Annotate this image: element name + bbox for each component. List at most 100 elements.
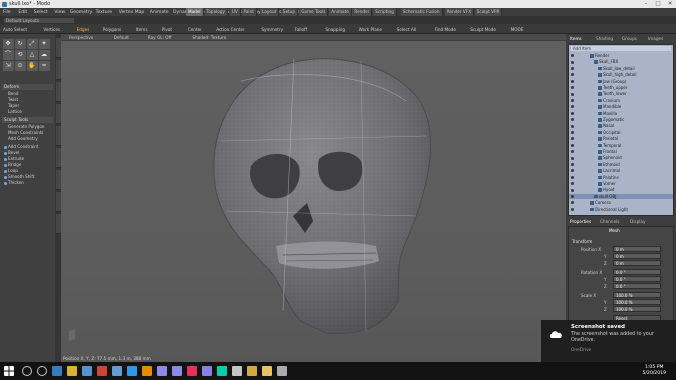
modo-icon[interactable] <box>232 366 242 376</box>
prop-value-field[interactable]: 0.0 ° <box>613 283 661 289</box>
toolbar-vertices-button[interactable]: Vertices <box>43 26 60 33</box>
right-tab-items[interactable]: Items <box>570 36 582 41</box>
close-button[interactable]: ✕ <box>664 0 676 8</box>
menu-edit[interactable]: Edit <box>18 10 27 15</box>
visibility-eye-icon[interactable] <box>571 207 574 211</box>
right-tab-groups[interactable]: Groups <box>622 36 637 41</box>
outliner-row[interactable]: Occipital <box>569 130 673 135</box>
layout-tab-scripting[interactable]: Scripting <box>373 8 397 16</box>
outliner-row[interactable]: Zygomatic <box>569 117 673 122</box>
vertical-tab-uv[interactable] <box>55 214 61 234</box>
vertical-tab-sculpt[interactable] <box>55 60 61 80</box>
outliner-row[interactable]: Nasal <box>569 123 673 128</box>
layout-tab-render[interactable]: Render <box>352 8 373 16</box>
visibility-eye-icon[interactable] <box>571 156 574 160</box>
outliner-row[interactable]: Frontal <box>569 149 673 154</box>
visibility-eye-icon[interactable] <box>571 188 574 192</box>
start-windows-icon[interactable] <box>4 366 14 376</box>
visibility-eye-icon[interactable] <box>571 66 574 70</box>
viewport-header-item[interactable]: Default <box>114 35 129 40</box>
visibility-eye-icon[interactable] <box>571 182 574 186</box>
vertical-tab-polygon[interactable] <box>55 192 61 212</box>
visibility-eye-icon[interactable] <box>571 175 574 179</box>
toolbar-edges-button[interactable]: Edges <box>77 26 90 33</box>
move-icon[interactable]: ✥ <box>2 38 14 49</box>
layout-tab-uv[interactable]: UV <box>229 8 241 16</box>
premiere-icon[interactable] <box>157 366 167 376</box>
layout-tab-game-tools[interactable]: Game Tools <box>299 8 329 16</box>
notification-toast[interactable]: Screenshot saved The screenshot was adde… <box>541 320 676 362</box>
outliner-row[interactable]: Directional Light <box>569 207 673 212</box>
visibility-eye-icon[interactable] <box>571 73 574 77</box>
jitter-icon[interactable]: ≈ <box>38 60 50 71</box>
layout-tab-paint[interactable]: Paint <box>241 8 257 16</box>
prop-value-field[interactable]: 100.0 % <box>613 299 661 305</box>
visibility-eye-icon[interactable] <box>571 143 574 147</box>
toolbar-find-mode-button[interactable]: Find Mode <box>435 26 456 33</box>
right-tab-shading[interactable]: Shading <box>596 36 613 41</box>
scale-icon[interactable]: ⤢ <box>26 38 38 49</box>
layout-tab-setup[interactable]: Setup <box>280 8 298 16</box>
layout-tab-sculpt-vpr[interactable]: Sculpt VPR <box>474 8 503 16</box>
right-tab-images[interactable]: Images <box>648 36 663 41</box>
toolbar-work-plane-button[interactable]: Work Plane <box>359 26 382 33</box>
outliner-row[interactable]: Mandible <box>569 104 673 109</box>
visibility-eye-icon[interactable] <box>571 118 574 122</box>
store-icon[interactable] <box>82 366 92 376</box>
visibility-eye-icon[interactable] <box>571 169 574 173</box>
outliner-row[interactable]: Cranium <box>569 98 673 103</box>
outliner-row[interactable]: Maxilla <box>569 111 673 116</box>
left-tool-item[interactable]: Lattice <box>2 109 53 115</box>
3d-viewport[interactable]: Perspective Default Ray GL: Off Shaded: Tex… <box>61 34 566 364</box>
bend-icon[interactable]: ⌒ <box>2 49 14 60</box>
visibility-eye-icon[interactable] <box>571 98 574 102</box>
push-icon[interactable]: ⇲ <box>2 60 14 71</box>
visibility-eye-icon[interactable] <box>571 194 574 198</box>
viewport-header-item[interactable]: Ray GL: Off <box>148 35 172 40</box>
toolbar-mode-button[interactable]: MODE <box>511 26 524 33</box>
prop-value-field[interactable]: 0 m <box>613 246 661 252</box>
visibility-eye-icon[interactable] <box>571 137 574 141</box>
layout-tab-animate[interactable]: Animate <box>329 8 352 16</box>
visibility-eye-icon[interactable] <box>571 54 574 58</box>
visibility-eye-icon[interactable] <box>571 60 574 64</box>
outliner-row[interactable]: Skull_low_detail <box>569 66 673 71</box>
task-view-icon[interactable] <box>37 366 47 376</box>
prop-value-field[interactable]: 0 m <box>613 260 661 266</box>
toolbar-center-button[interactable]: Center <box>188 26 202 33</box>
skull-model[interactable] <box>61 41 566 364</box>
props-tab-properties[interactable]: Properties <box>570 219 591 224</box>
toolbar-sculpt-mode-button[interactable]: Sculpt Mode <box>470 26 496 33</box>
outliner-row[interactable]: Parietal <box>569 136 673 141</box>
visibility-eye-icon[interactable] <box>571 105 574 109</box>
viewport-header-item[interactable]: Shaded: Texture <box>192 35 226 40</box>
audition-icon[interactable] <box>217 366 227 376</box>
visibility-eye-icon[interactable] <box>571 86 574 90</box>
prop-value-field[interactable]: 0.0 ° <box>613 276 661 282</box>
smooth-icon[interactable]: ☁ <box>38 49 50 60</box>
toolbar-items-button[interactable]: Items <box>136 26 148 33</box>
toolbar-symmetry-button[interactable]: Symmetry <box>261 26 283 33</box>
item-list[interactable]: Add Item Render Skull_FBX Skull_low_detail S… <box>568 44 674 216</box>
outliner-row[interactable]: Render <box>569 53 673 58</box>
notes-icon[interactable] <box>262 366 272 376</box>
props-tab-display[interactable]: Display <box>630 219 645 224</box>
prop-value-field[interactable]: 0.0 ° <box>613 269 661 275</box>
layout-tab-layout[interactable]: Layout <box>260 8 280 16</box>
toolbar-pivot-button[interactable]: Pivot <box>162 26 172 33</box>
menu-file[interactable]: File <box>3 10 11 15</box>
outliner-row[interactable]: skull.OBJ <box>569 193 673 200</box>
props-subtab[interactable]: Mesh <box>609 228 620 233</box>
transform-icon[interactable]: ✦ <box>38 38 50 49</box>
rotate-icon[interactable]: ↻ <box>14 38 26 49</box>
magnet-icon[interactable]: ⊙ <box>14 60 26 71</box>
toolbar-auto-select-button[interactable]: Auto Select <box>3 26 27 33</box>
outliner-row[interactable]: Temporal <box>569 143 673 148</box>
search-icon[interactable] <box>22 366 32 376</box>
twist-icon[interactable]: ⟲ <box>14 49 26 60</box>
visibility-eye-icon[interactable] <box>571 92 574 96</box>
media-encoder-icon[interactable] <box>202 366 212 376</box>
menu-texture[interactable]: Texture <box>96 10 112 15</box>
visibility-eye-icon[interactable] <box>571 162 574 166</box>
visibility-eye-icon[interactable] <box>571 124 574 128</box>
